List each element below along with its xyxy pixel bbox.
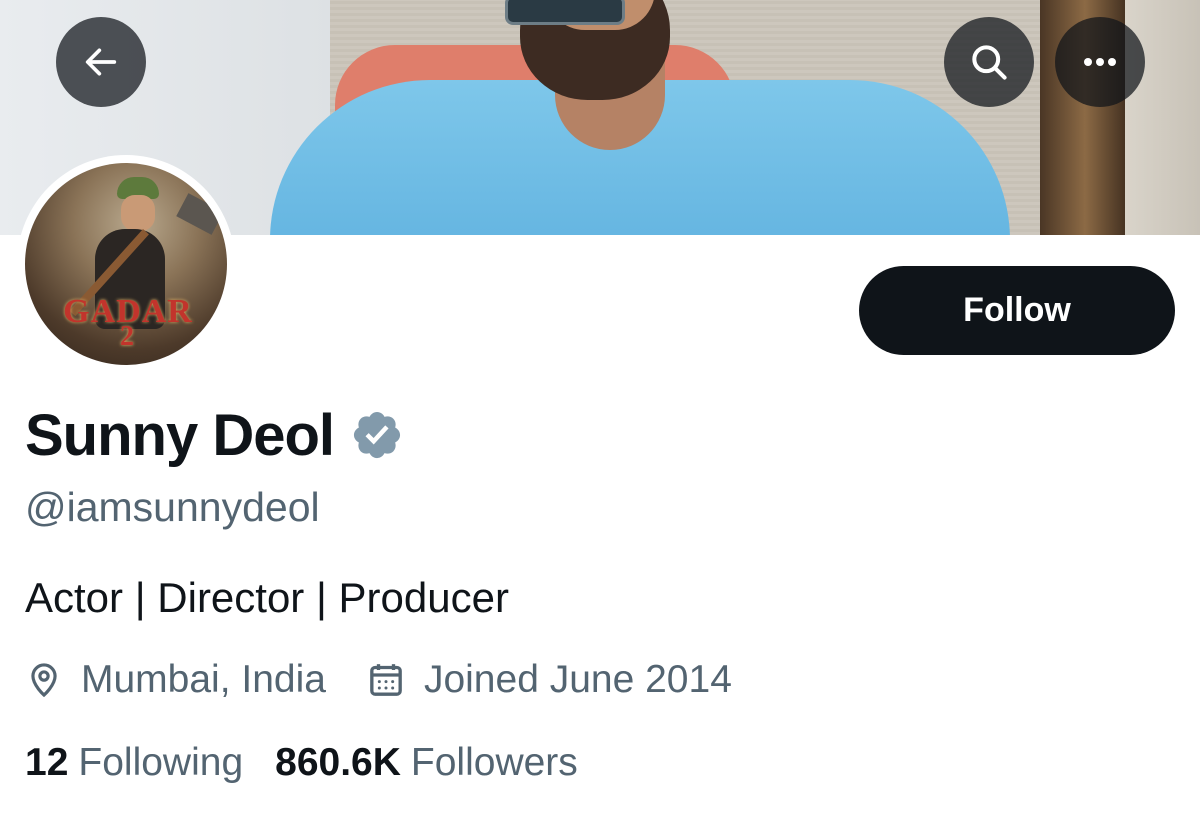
- location-item: Mumbai, India: [25, 658, 326, 702]
- arrow-left-icon: [81, 42, 121, 82]
- back-button[interactable]: [56, 17, 146, 107]
- banner-person-sunglasses: [505, 0, 625, 25]
- avatar-image: GADAR 2: [25, 163, 227, 365]
- followers-label: Followers: [410, 741, 578, 784]
- followers-stat[interactable]: 860.6K Followers: [275, 741, 578, 785]
- profile-meta: Mumbai, India Joined June 2014: [25, 655, 732, 705]
- display-name: Sunny Deol: [25, 402, 335, 468]
- profile-bio: Actor | Director | Producer: [25, 574, 509, 621]
- calendar-icon: [366, 660, 406, 700]
- search-icon: [967, 40, 1011, 84]
- joined-date-text: Joined June 2014: [423, 658, 732, 701]
- display-name-row: Sunny Deol: [25, 402, 404, 468]
- location-text: Mumbai, India: [81, 658, 326, 701]
- location-pin-icon: [25, 660, 63, 700]
- more-options-button[interactable]: [1055, 17, 1145, 107]
- search-button[interactable]: [944, 17, 1034, 107]
- following-count: 12: [25, 741, 69, 784]
- more-horizontal-icon: [1080, 56, 1120, 68]
- follow-button[interactable]: Follow: [859, 266, 1175, 355]
- avatar-poster-number: 2: [120, 321, 134, 352]
- follow-stats: 12 Following 860.6K Followers: [25, 738, 578, 788]
- username-handle: @iamsunnydeol: [25, 484, 320, 530]
- avatar-face: [121, 195, 155, 231]
- following-label: Following: [78, 741, 244, 784]
- followers-count: 860.6K: [275, 741, 401, 784]
- verified-badge-icon[interactable]: [350, 408, 404, 462]
- following-stat[interactable]: 12 Following: [25, 741, 243, 785]
- joined-date-item: Joined June 2014: [366, 658, 732, 702]
- avatar[interactable]: GADAR 2: [17, 155, 235, 373]
